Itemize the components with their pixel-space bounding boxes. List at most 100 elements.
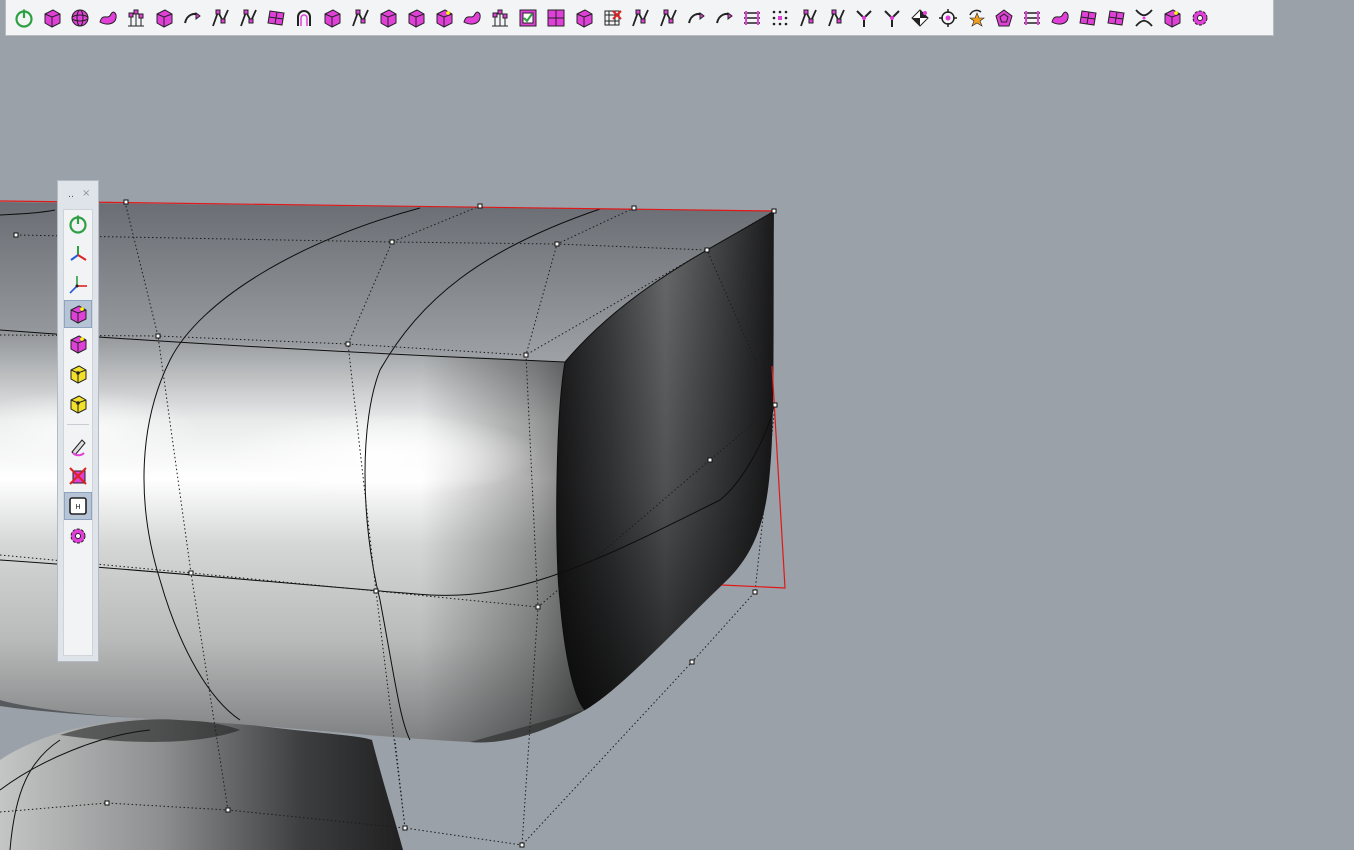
delete-grid-button[interactable] (598, 3, 626, 33)
hand-select-button[interactable] (822, 3, 850, 33)
cube-edge-yellow-button[interactable] (64, 360, 92, 388)
extract-solid-button[interactable] (38, 3, 66, 33)
stairs-button[interactable] (1018, 3, 1046, 33)
extrude-figure-button[interactable] (654, 3, 682, 33)
insert-edge-button[interactable] (374, 3, 402, 33)
pinch-button[interactable] (1130, 3, 1158, 33)
flag-button[interactable] (346, 3, 374, 33)
delete-tool-button[interactable] (64, 462, 92, 490)
layers-icon (744, 10, 760, 25)
pipe-y-icon (884, 9, 900, 27)
wave-surface-icon (1051, 11, 1069, 25)
shaded-cube-icon (1164, 8, 1181, 28)
insert-point-icon (408, 8, 425, 28)
frame-h-button[interactable]: H (64, 492, 92, 520)
diamond-icon (911, 8, 929, 27)
split-arrows-icon (856, 9, 872, 27)
svg-text:H: H (75, 503, 80, 511)
dot-grid-button[interactable] (766, 3, 794, 33)
flag-icon (352, 9, 369, 26)
points-ground-icon (492, 9, 508, 26)
points-ground-button[interactable] (486, 3, 514, 33)
gumball-axes-button[interactable] (64, 240, 92, 268)
cube-vertex-yellow-button[interactable] (64, 390, 92, 418)
curve-arrow-button[interactable] (178, 3, 206, 33)
slanted-grid-button[interactable] (1074, 3, 1102, 33)
curve-points-icon (800, 9, 817, 26)
rotate-star-icon (969, 9, 985, 27)
transform-axes-button[interactable] (64, 270, 92, 298)
rotate-star-button[interactable] (962, 3, 990, 33)
rotate-points-button[interactable] (234, 3, 262, 33)
cube-vertex-button[interactable] (64, 300, 92, 328)
delete-grid-icon (604, 9, 622, 25)
fillet-edge-button[interactable] (318, 3, 346, 33)
check-box-icon (519, 9, 537, 26)
settings-gear-icon (70, 528, 86, 544)
extrude-figure-icon (660, 9, 677, 26)
box-wire-button[interactable] (150, 3, 178, 33)
box-wire-icon (156, 8, 173, 28)
swap-button[interactable] (710, 3, 738, 33)
panel-close-button[interactable]: × (82, 188, 90, 200)
check-box-button[interactable] (514, 3, 542, 33)
top-toolbar (5, 0, 1274, 36)
rotate-points-icon (240, 9, 257, 26)
stairs-icon (1024, 10, 1040, 25)
settings-gear-button[interactable] (1186, 3, 1214, 33)
3d-viewport[interactable] (0, 0, 1354, 850)
soft-edge-button[interactable] (458, 3, 486, 33)
frame-h-icon: H (69, 497, 87, 515)
mirror-figure-button[interactable] (626, 3, 654, 33)
edit-pencil-icon (71, 439, 86, 457)
target-button[interactable] (934, 3, 962, 33)
hand-select-icon (828, 9, 845, 26)
branch-button[interactable] (206, 3, 234, 33)
bridge-button[interactable] (682, 3, 710, 33)
pentagon-button[interactable] (990, 3, 1018, 33)
mirror-figure-icon (632, 9, 649, 26)
cube-face-button[interactable] (430, 3, 458, 33)
power-icon (69, 215, 87, 234)
cube-face-magenta-button[interactable] (64, 330, 92, 358)
layers-button[interactable] (738, 3, 766, 33)
arch-icon (297, 9, 311, 26)
cube-vertex-icon (70, 305, 87, 324)
panel-grip[interactable]: ‥ (68, 190, 75, 200)
toolbar-separator (67, 424, 89, 425)
sphere-wire-button[interactable] (66, 3, 94, 33)
blob-button[interactable] (94, 3, 122, 33)
slanted-grid-icon (1079, 9, 1097, 26)
arch-button[interactable] (290, 3, 318, 33)
target-icon (939, 8, 957, 27)
power-button[interactable] (64, 210, 92, 238)
gumball-axes-icon (70, 246, 87, 261)
grid-box-button[interactable] (542, 3, 570, 33)
shaded-cube-button[interactable] (1158, 3, 1186, 33)
diagonal-grid-icon (1107, 9, 1125, 26)
branch-icon (212, 9, 229, 26)
power-button[interactable] (10, 3, 38, 33)
bridge-icon (688, 11, 705, 23)
control-points-button[interactable] (122, 3, 150, 33)
curve-arrow-icon (184, 11, 201, 23)
pipe-y-button[interactable] (878, 3, 906, 33)
split-arrows-button[interactable] (850, 3, 878, 33)
specular-highlight (220, 413, 540, 497)
surface-split-button[interactable] (262, 3, 290, 33)
cube-face-icon (436, 8, 453, 28)
diamond-button[interactable] (906, 3, 934, 33)
curve-points-button[interactable] (794, 3, 822, 33)
edit-pencil-button[interactable] (64, 432, 92, 460)
diagonal-grid-button[interactable] (1102, 3, 1130, 33)
settings-gear-button[interactable] (64, 522, 92, 550)
extract-solid-icon (44, 8, 61, 28)
stacked-boxes-button[interactable] (570, 3, 598, 33)
wave-surface-button[interactable] (1046, 3, 1074, 33)
insert-point-button[interactable] (402, 3, 430, 33)
cube-face-magenta-icon (70, 335, 87, 354)
side-toolbar-panel[interactable]: ‥ × H (57, 180, 99, 662)
pentagon-icon (995, 8, 1013, 26)
delete-tool-icon (69, 467, 87, 485)
cube-vertex-yellow-icon (70, 395, 87, 414)
